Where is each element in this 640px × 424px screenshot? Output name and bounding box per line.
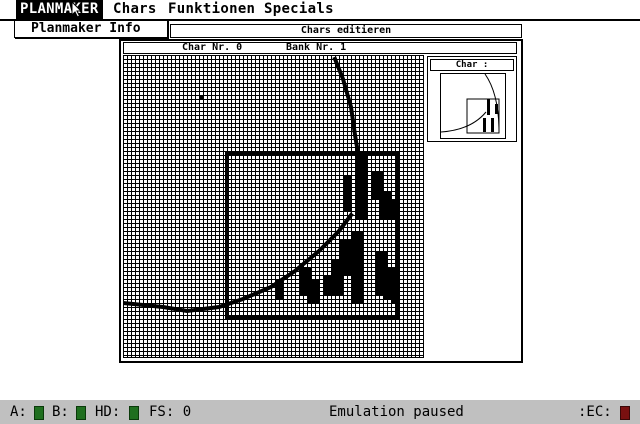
menu-planmaker[interactable]: PLANMAKER xyxy=(16,0,103,19)
drive-hd-label: HD: xyxy=(95,404,121,420)
drive-hd-led xyxy=(129,406,139,420)
bank-number-label: Bank Nr. 1 xyxy=(286,42,347,53)
char-preview-canvas xyxy=(440,73,506,139)
menu-chars[interactable]: Chars xyxy=(109,0,161,19)
emulator-status-bar: A: B: HD: FS: 0 Emulation paused :EC: xyxy=(0,400,640,424)
spike-line xyxy=(332,56,362,162)
menu-funktionen[interactable]: Funktionen xyxy=(164,0,259,19)
fs-label: FS: 0 xyxy=(149,404,192,420)
ec-led xyxy=(620,406,630,420)
menu-bar: PLANMAKER Chars Funktionen Specials xyxy=(0,0,640,21)
drive-a-label: A: xyxy=(10,404,27,420)
char-info-bar: Char Nr. 0 Bank Nr. 1 xyxy=(123,42,517,54)
char-preview-panel: Char : xyxy=(427,56,517,142)
preview-thumbnail xyxy=(441,74,500,134)
planmaker-dropdown: Planmaker Info xyxy=(14,20,168,38)
status-message: Emulation paused xyxy=(329,404,464,420)
pixel-drawing xyxy=(123,56,399,319)
arrow-pointer-icon xyxy=(71,1,83,18)
pixel-edit-grid[interactable] xyxy=(123,55,424,358)
drive-b-led xyxy=(76,406,86,420)
drive-a-led xyxy=(34,406,44,420)
menu-specials[interactable]: Specials xyxy=(260,0,338,19)
preview-label: Char : xyxy=(430,59,514,71)
menu-item-planmaker-info[interactable]: Planmaker Info xyxy=(31,21,141,36)
drive-b-label: B: xyxy=(52,404,69,420)
char-number-label: Char Nr. 0 xyxy=(182,42,243,53)
ec-label: :EC: xyxy=(578,404,612,420)
editor-title-bar: Chars editieren xyxy=(170,24,522,38)
